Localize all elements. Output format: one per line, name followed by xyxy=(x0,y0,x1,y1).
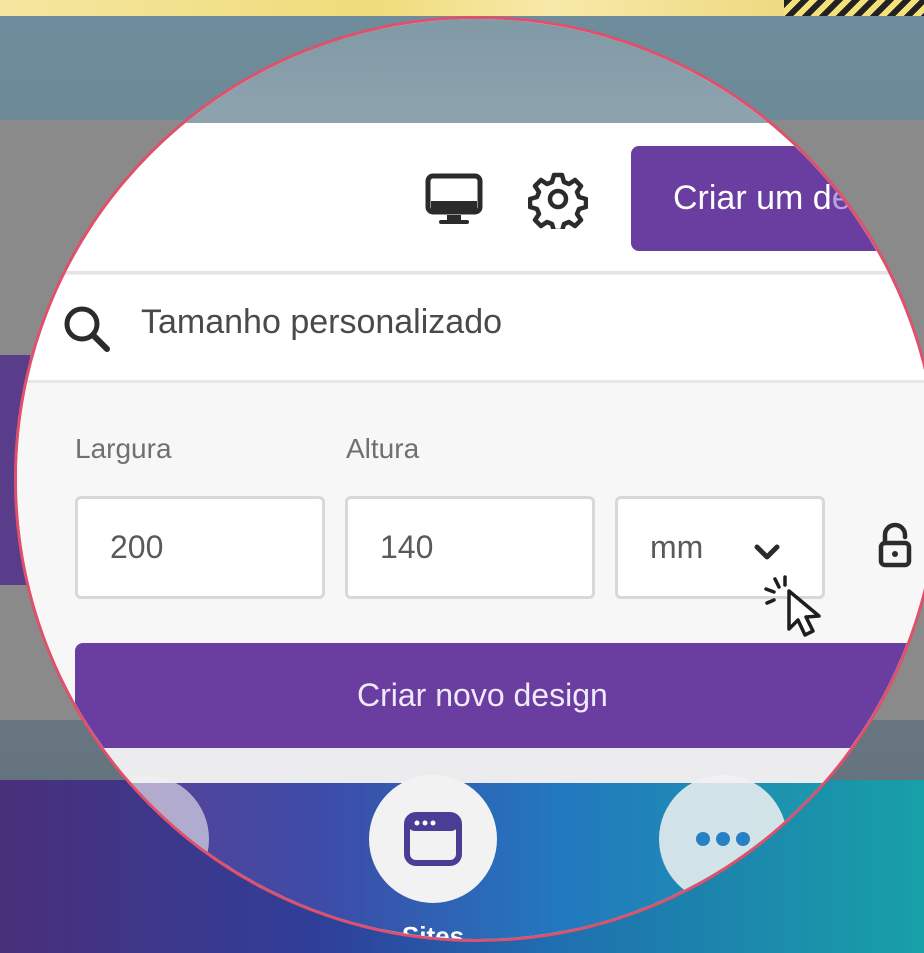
width-field[interactable]: 200 xyxy=(75,496,325,599)
height-value: 140 xyxy=(380,529,434,565)
category-more-label: Mais xyxy=(694,921,752,942)
top-decorative-strip xyxy=(0,0,924,16)
category-more[interactable]: Mais xyxy=(643,775,803,942)
mouse-pointer-icon xyxy=(763,573,835,639)
monitor-icon[interactable] xyxy=(423,171,485,227)
category-sites-label: Sites xyxy=(401,921,465,942)
unit-value: mm xyxy=(650,529,704,565)
category-sites[interactable]: Sites xyxy=(353,775,513,942)
create-design-label-cut: esig xyxy=(831,179,895,217)
toolbar-divider xyxy=(17,271,924,274)
create-design-button[interactable]: Criar um desig xyxy=(631,146,924,251)
magnifier-lens: Criar um desig Tamanho personalizado Lar… xyxy=(14,16,924,942)
create-design-label: Criar um d xyxy=(673,179,832,217)
height-field[interactable]: 140 xyxy=(345,496,595,599)
printer-icon xyxy=(81,775,209,903)
striped-corner xyxy=(784,0,924,16)
category-print[interactable]: Impressão xyxy=(65,775,225,942)
create-new-design-button[interactable]: Criar novo design xyxy=(75,643,924,748)
gear-icon[interactable] xyxy=(527,169,589,229)
width-value: 200 xyxy=(110,529,164,565)
header-area xyxy=(17,19,924,123)
chevron-down-icon xyxy=(752,535,782,560)
browser-window-icon xyxy=(369,775,497,903)
more-dots-icon xyxy=(659,775,787,903)
width-label: Largura xyxy=(75,433,172,464)
lock-icon[interactable] xyxy=(875,521,915,569)
search-input[interactable]: Tamanho personalizado xyxy=(141,303,502,342)
height-label: Altura xyxy=(346,433,420,464)
search-icon xyxy=(61,303,117,355)
category-print-label: Impressão xyxy=(79,921,211,942)
